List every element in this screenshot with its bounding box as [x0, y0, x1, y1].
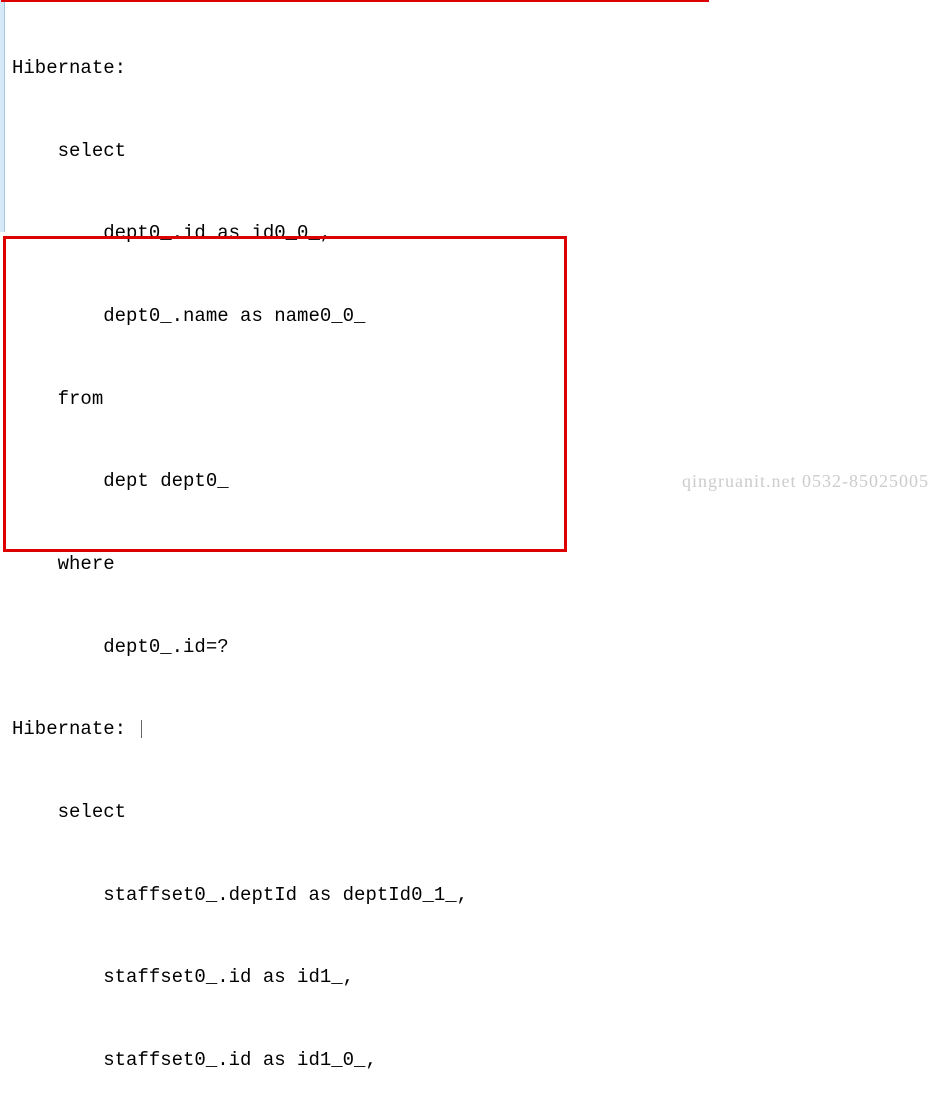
text-cursor [141, 720, 142, 738]
code-line: staffset0_.deptId as deptId0_1_, [12, 882, 939, 910]
code-container: Hibernate: select dept0_.id as id0_0_, d… [0, 0, 939, 1112]
code-line: select [12, 138, 939, 166]
code-line: dept0_.id=? [12, 634, 939, 662]
code-text: Hibernate: [12, 718, 137, 740]
editor-gutter [0, 0, 5, 232]
watermark-text: qingruanit.net 0532-85025005 [682, 468, 929, 494]
code-line-with-cursor: Hibernate: [12, 716, 939, 744]
code-line: select [12, 799, 939, 827]
code-line: from [12, 386, 939, 414]
code-line: staffset0_.id as id1_0_, [12, 1047, 939, 1075]
code-line: dept0_.name as name0_0_ [12, 303, 939, 331]
code-line: dept0_.id as id0_0_, [12, 220, 939, 248]
code-line: staffset0_.id as id1_, [12, 964, 939, 992]
code-line: where [12, 551, 939, 579]
code-block[interactable]: Hibernate: select dept0_.id as id0_0_, d… [12, 0, 939, 1112]
code-line: Hibernate: [12, 55, 939, 83]
